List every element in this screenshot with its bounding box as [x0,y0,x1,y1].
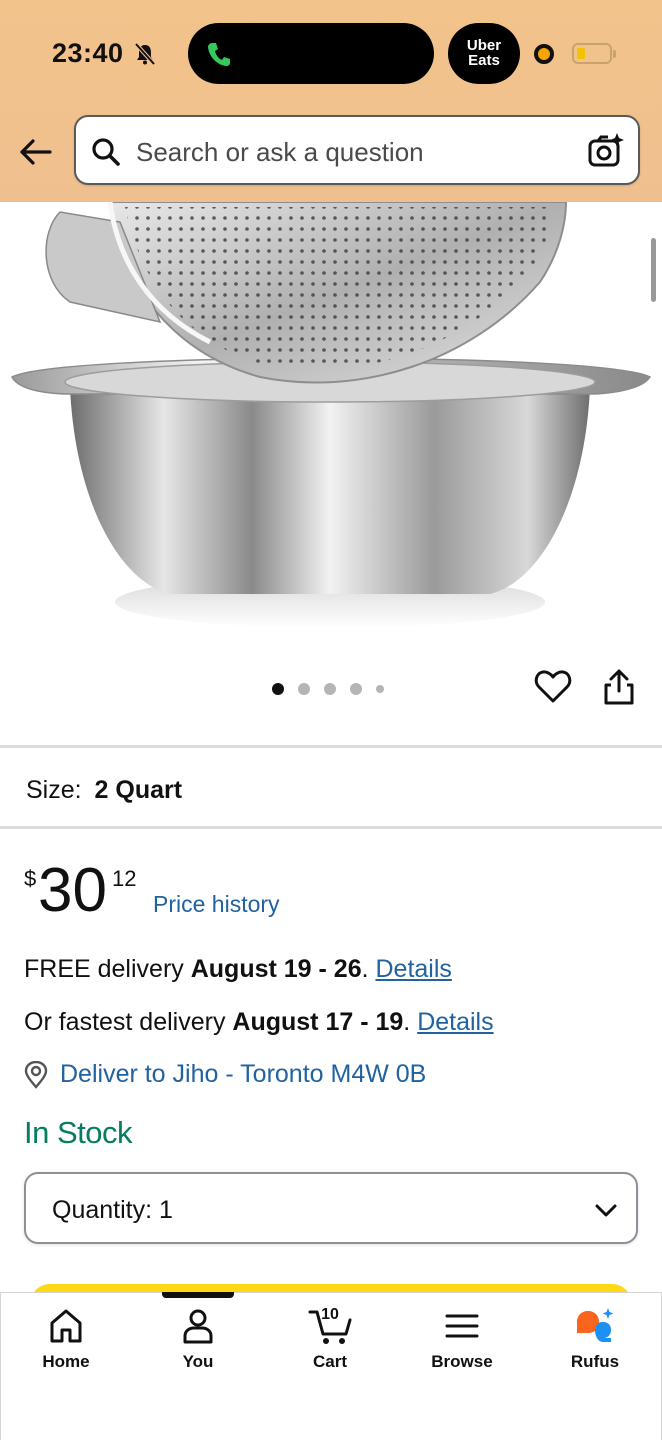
free-delivery-line: FREE delivery August 19 - 26. Details [24,955,452,984]
search-icon [92,138,120,166]
section-divider [0,826,662,829]
nav-rufus-label: Rufus [570,1352,620,1371]
eats-label: Eats [468,52,500,69]
battery-icon [572,43,612,64]
heart-icon[interactable] [533,667,573,707]
image-carousel-dots[interactable] [272,682,384,696]
size-label: Size: [26,776,82,804]
share-icon[interactable] [600,667,638,707]
fast-delivery-details-link[interactable]: Details [417,1008,493,1036]
status-time: 23:40 [52,38,124,68]
section-divider [0,745,662,748]
free-delivery-suffix: . [361,955,369,983]
menu-icon [445,1314,479,1338]
carousel-dot-5[interactable] [376,685,384,693]
price-history-link[interactable]: Price history [153,891,280,918]
nav-you[interactable]: You [143,1306,253,1382]
cart-count-badge: 10 [321,1306,339,1323]
carousel-dot-3[interactable] [324,683,336,695]
free-delivery-details-link[interactable]: Details [376,955,452,983]
quantity-text: Quantity: 1 [52,1196,173,1225]
fast-delivery-prefix: Or fastest delivery [24,1008,226,1036]
battery-tip [613,50,616,58]
bell-muted-icon [134,42,156,66]
nav-browse[interactable]: Browse [407,1306,517,1382]
fast-delivery-dates: August 17 - 19 [232,1008,404,1036]
nav-cart[interactable]: 10 Cart [275,1306,385,1382]
free-delivery-prefix: FREE delivery [24,955,184,983]
product-image[interactable] [0,202,662,642]
fastest-delivery-line: Or fastest delivery August 17 - 19. Deta… [24,1008,494,1037]
size-value: 2 Quart [94,776,183,804]
person-icon [183,1309,213,1344]
nav-home-label: Home [42,1352,90,1371]
carousel-dot-1[interactable] [272,683,284,695]
deliver-to-link[interactable]: Deliver to Jiho - Toronto M4W 0B [60,1060,426,1089]
nav-home[interactable]: Home [11,1306,121,1382]
price-whole: 30 [38,856,107,925]
fast-delivery-suffix: . [403,1008,411,1036]
nav-browse-label: Browse [431,1352,493,1371]
rufus-icon [577,1308,614,1342]
phone-call-icon[interactable] [206,40,232,68]
stock-status: In Stock [24,1115,133,1150]
nav-rufus[interactable]: Rufus [540,1306,650,1382]
price-fraction: 12 [112,866,137,891]
search-input[interactable]: Search or ask a question [74,115,640,185]
quantity-label: Quantity: [52,1196,153,1224]
price-currency: $ [24,866,37,891]
carousel-dot-2[interactable] [298,683,310,695]
home-icon [50,1309,82,1343]
scrollbar[interactable] [651,238,656,302]
uber-eats-live-activity[interactable]: Uber Eats [448,23,520,84]
nav-you-label: You [182,1352,214,1371]
size-selector[interactable]: Size: 2 Quart [26,776,182,805]
chevron-down-icon [595,1204,617,1217]
product-photo-colander-bowl [10,202,652,628]
uber-label: Uber [466,37,502,54]
search-placeholder: Search or ask a question [136,137,424,167]
privacy-indicator-dot [534,44,554,64]
nav-cart-label: Cart [312,1352,347,1371]
camera-search-icon[interactable] [586,131,626,171]
carousel-dot-4[interactable] [350,683,362,695]
back-arrow-icon[interactable] [18,134,54,170]
free-delivery-dates: August 19 - 26 [190,955,362,983]
quantity-value: 1 [159,1196,173,1224]
location-pin-icon [24,1061,48,1089]
quantity-dropdown[interactable]: Quantity: 1 [24,1172,638,1244]
nav-active-indicator [162,1292,234,1298]
